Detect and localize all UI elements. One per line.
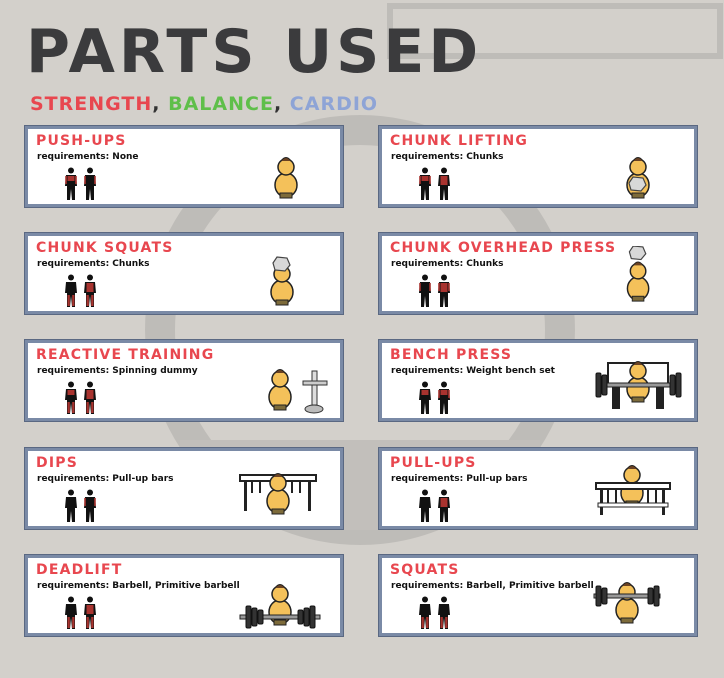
legend-balance: BALANCE <box>168 93 274 115</box>
muscle-groups-icon <box>62 167 102 201</box>
pull-up-bars-icon <box>594 463 672 523</box>
exercise-title: REACTIVE TRAINING <box>36 347 215 363</box>
exercise-requirements: requirements: None <box>37 152 139 162</box>
exercise-title: PULL-UPS <box>390 455 477 471</box>
muscle-groups-icon <box>62 381 102 415</box>
exercise-requirements: requirements: Barbell, Primitive barbell <box>391 581 594 591</box>
exercise-requirements: requirements: Pull-up bars <box>391 474 528 484</box>
exercise-card: REACTIVE TRAINING requirements: Spinning … <box>24 339 344 422</box>
exercise-card: SQUATS requirements: Barbell, Primitive b… <box>378 554 698 637</box>
exercise-requirements: requirements: Barbell, Primitive barbell <box>37 581 240 591</box>
exercise-title: PUSH-UPS <box>36 133 127 149</box>
spinning-dummy-icon <box>264 367 334 421</box>
exercise-card: PUSH-UPS requirements: None <box>24 125 344 208</box>
pawn-chunk-on-head-icon <box>266 256 302 312</box>
exercise-title: CHUNK LIFTING <box>390 133 529 149</box>
exercise-requirements: requirements: Chunks <box>37 259 150 269</box>
exercise-requirements: requirements: Weight bench set <box>391 366 555 376</box>
muscle-groups-icon <box>416 274 456 308</box>
dip-bars-icon <box>238 467 318 521</box>
legend-separator: , <box>273 93 283 115</box>
exercise-card: CHUNK OVERHEAD PRESS requirements: Chunks <box>378 232 698 315</box>
muscle-groups-icon <box>62 489 102 523</box>
exercise-requirements: requirements: Chunks <box>391 152 504 162</box>
exercise-title: CHUNK OVERHEAD PRESS <box>390 240 617 256</box>
barbell-icon <box>238 582 322 636</box>
exercise-title: DEADLIFT <box>36 562 123 578</box>
legend-strength: STRENGTH <box>30 93 153 115</box>
muscle-groups-icon <box>416 489 456 523</box>
exercise-title: SQUATS <box>390 562 460 578</box>
exercise-requirements: requirements: Chunks <box>391 259 504 269</box>
page-title: PARTS USED <box>26 17 483 87</box>
legend: STRENGTH, BALANCE, CARDIO <box>30 93 378 115</box>
exercise-card: BENCH PRESS requirements: Weight bench se… <box>378 339 698 422</box>
legend-cardio: CARDIO <box>289 93 379 115</box>
weight-bench-icon <box>590 357 686 419</box>
exercise-card: PULL-UPS requirements: Pull-up bars <box>378 447 698 530</box>
exercise-card: DIPS requirements: Pull-up bars <box>24 447 344 530</box>
muscle-groups-icon <box>62 596 102 630</box>
exercise-title: CHUNK SQUATS <box>36 240 174 256</box>
muscle-groups-icon <box>416 167 456 201</box>
exercise-title: DIPS <box>36 455 78 471</box>
legend-separator: , <box>152 93 161 115</box>
exercise-requirements: requirements: Pull-up bars <box>37 474 174 484</box>
muscle-groups-icon <box>62 274 102 308</box>
exercise-title: BENCH PRESS <box>390 347 513 363</box>
barbell-squat-icon <box>592 574 662 634</box>
exercise-card: CHUNK LIFTING requirements: Chunks <box>378 125 698 208</box>
pawn-chunk-overhead-icon <box>622 245 658 308</box>
exercise-requirements: requirements: Spinning dummy <box>37 366 198 376</box>
pawn-holding-chunk-icon <box>622 155 658 205</box>
muscle-groups-icon <box>416 596 456 630</box>
pawn-icon <box>270 155 306 205</box>
muscle-groups-icon <box>416 381 456 415</box>
exercise-card: DEADLIFT requirements: Barbell, Primitive… <box>24 554 344 637</box>
exercise-card: CHUNK SQUATS requirements: Chunks <box>24 232 344 315</box>
